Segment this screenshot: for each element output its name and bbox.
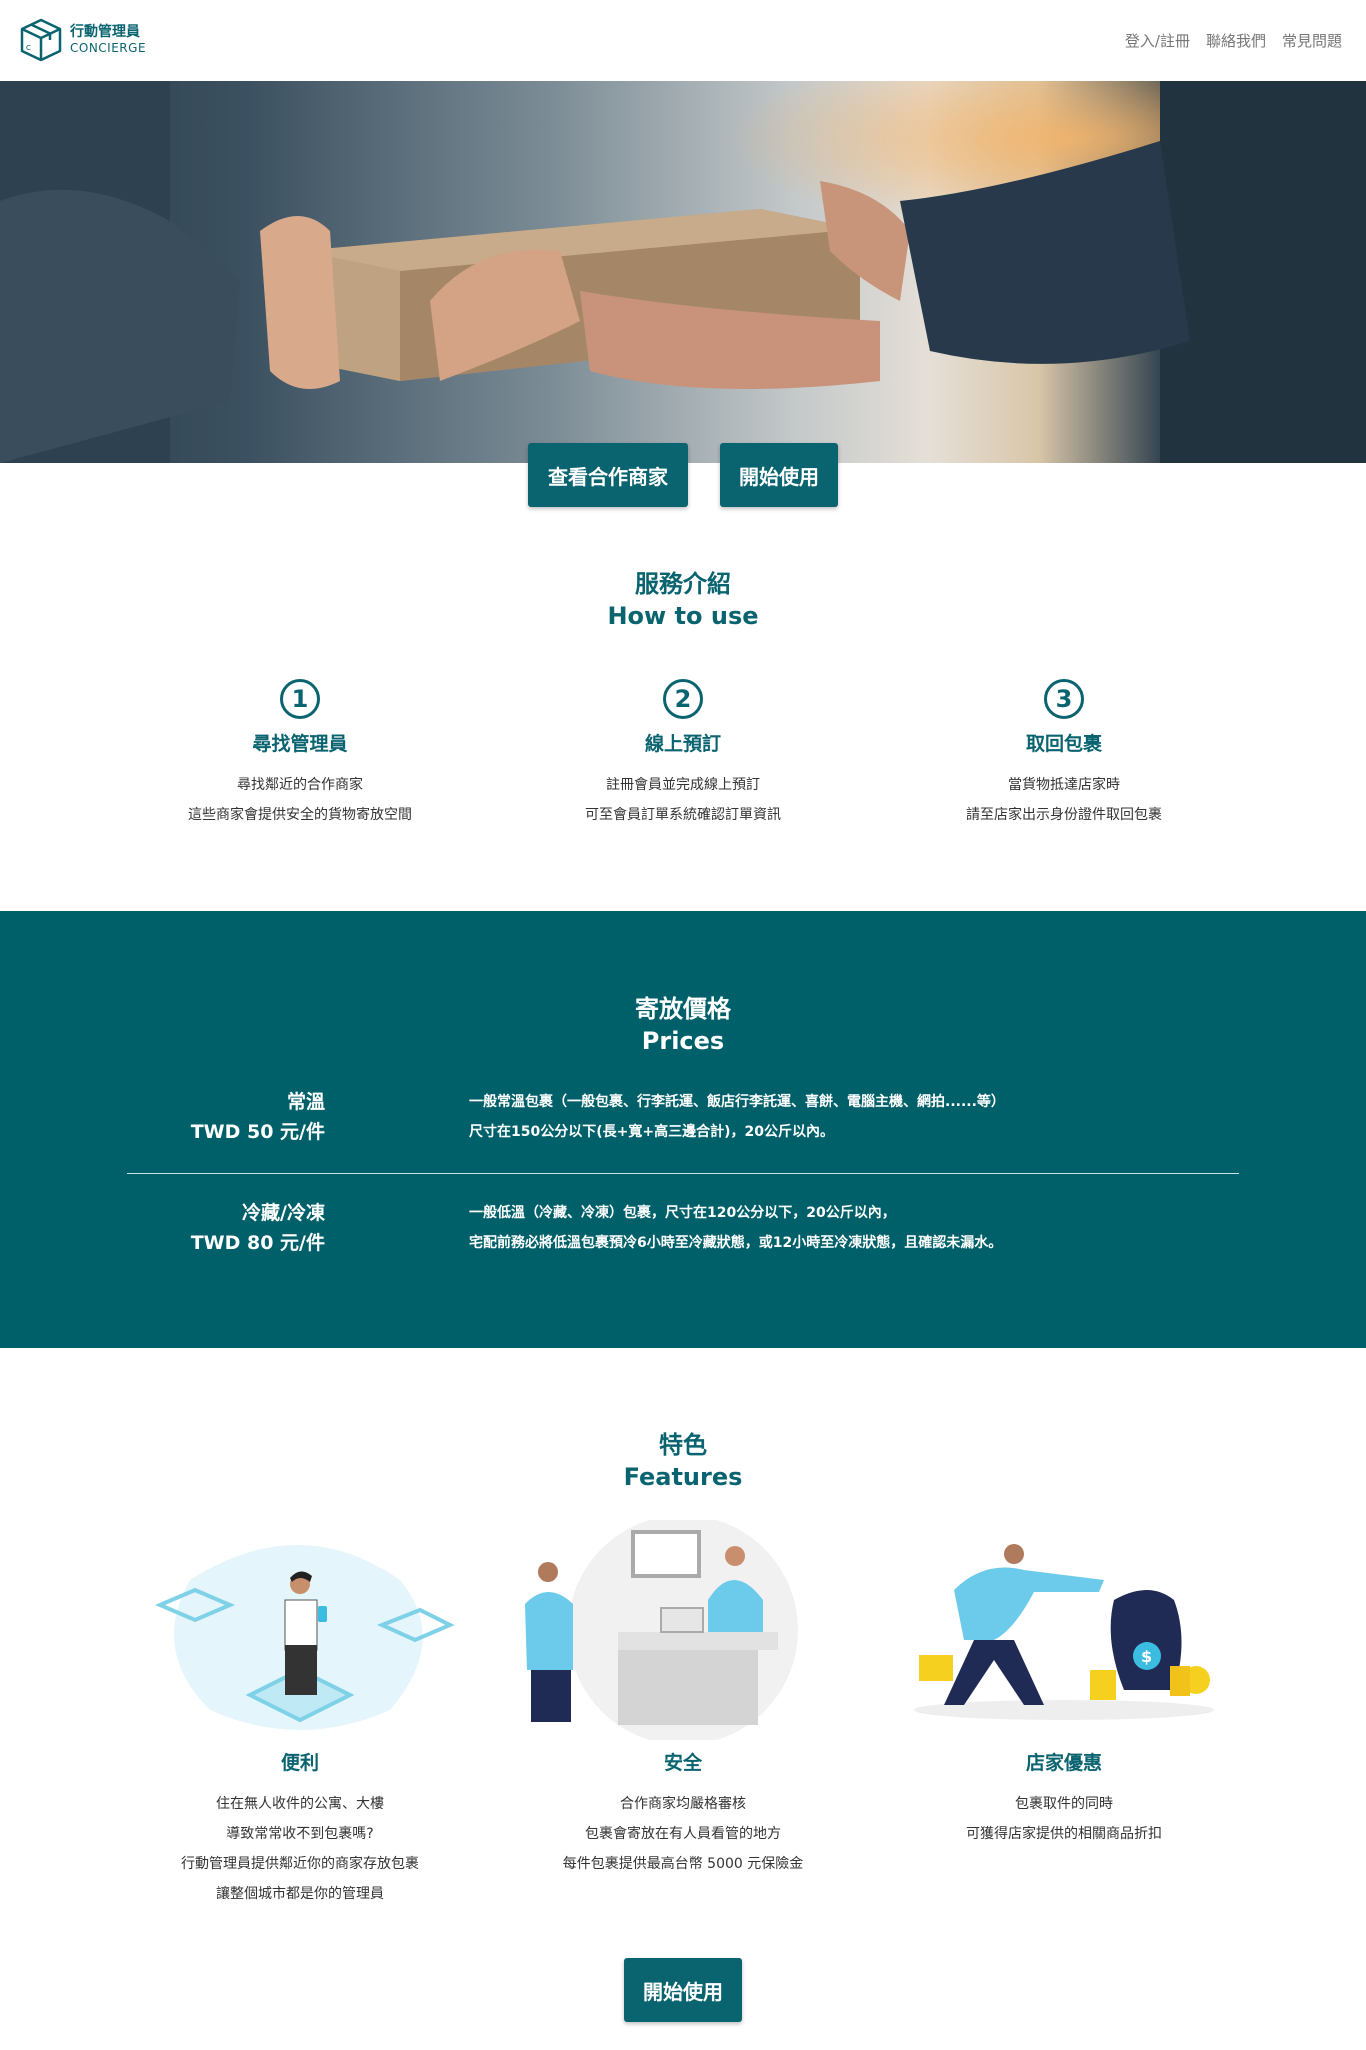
step-desc-line: 請至店家出示身份證件取回包裹 [966, 807, 1162, 823]
feature-desc: 合作商家均嚴格審核 包裹會寄放在有人員看管的地方 每件包裹提供最高台幣 5000… [503, 1789, 863, 1879]
step-desc: 註冊會員並完成線上預訂 可至會員訂單系統確認訂單資訊 [503, 770, 863, 830]
feature-desc-line: 每件包裹提供最高台幣 5000 元保險金 [562, 1856, 804, 1872]
feature-title: 便利 [280, 1752, 319, 1774]
money-bag-illustration: $ [884, 1520, 1244, 1740]
step-2: 2 線上預訂 註冊會員並完成線上預訂 可至會員訂單系統確認訂單資訊 [503, 679, 863, 830]
svg-text:C: C [26, 44, 31, 52]
counter-service-illustration [503, 1515, 863, 1745]
how-title: 服務介紹 How to use [0, 568, 1366, 632]
feature-desc-line: 包裹會寄放在有人員看管的地方 [585, 1826, 781, 1842]
price-type: 常溫 [286, 1091, 325, 1113]
step-number: 3 [1044, 679, 1084, 719]
prices-title-en: Prices [641, 1027, 725, 1055]
feature-desc-line: 行動管理員提供鄰近你的商家存放包裹 [181, 1856, 419, 1872]
step-1: 1 尋找管理員 尋找鄰近的合作商家 這些商家會提供安全的貨物寄放空間 [120, 679, 480, 830]
features-title-zh: 特色 [659, 1431, 707, 1459]
price-desc: 一般常溫包裹（一般包裹、行李託運、飯店行李託運、喜餅、電腦主機、網拍......… [469, 1087, 1005, 1147]
logo-text: 行動管理員 CONCIERGE [70, 24, 146, 55]
price-desc: 一般低溫（冷藏、冷凍）包裹，尺寸在120公分以下，20公斤以內， 宅配前務必將低… [469, 1198, 1002, 1258]
package-handover-illustration [0, 81, 1366, 463]
feature-security: 安全 合作商家均嚴格審核 包裹會寄放在有人員看管的地方 每件包裹提供最高台幣 5… [503, 1515, 863, 1879]
feature-desc-line: 合作商家均嚴格審核 [620, 1796, 746, 1812]
feature-desc: 住在無人收件的公寓、大樓 導致常常收不到包裹嗎? 行動管理員提供鄰近你的商家存放… [120, 1789, 480, 1909]
price-desc-line: 尺寸在150公分以下(長+寬+高三邊合計)，20公斤以內。 [469, 1124, 834, 1140]
top-nav: 登入/註冊 聯絡我們 常見問題 [1125, 30, 1342, 51]
hero-cta-group: 查看合作商家 開始使用 [0, 443, 1366, 507]
logo-en: CONCIERGE [70, 41, 147, 56]
prices-title-zh: 寄放價格 [635, 995, 731, 1023]
step-3: 3 取回包裹 當貨物抵達店家時 請至店家出示身份證件取回包裹 [884, 679, 1244, 830]
feature-desc-line: 可獲得店家提供的相關商品折扣 [966, 1826, 1162, 1842]
prices-title: 寄放價格 Prices [0, 993, 1366, 1057]
view-partners-button[interactable]: 查看合作商家 [528, 443, 688, 507]
feature-convenience: 便利 住在無人收件的公寓、大樓 導致常常收不到包裹嗎? 行動管理員提供鄰近你的商… [120, 1520, 480, 1909]
nav-contact[interactable]: 聯絡我們 [1206, 30, 1266, 51]
logo[interactable]: C 行動管理員 CONCIERGE [18, 16, 146, 64]
prices-section: 寄放價格 Prices 常溫 TWD 50 元/件 一般常溫包裹（一般包裹、行李… [0, 911, 1366, 1348]
step-desc-line: 可至會員訂單系統確認訂單資訊 [585, 807, 781, 823]
site-header: C 行動管理員 CONCIERGE 登入/註冊 聯絡我們 常見問題 [0, 0, 1366, 81]
box-logo-icon: C [20, 18, 62, 62]
start-button-bottom[interactable]: 開始使用 [624, 1958, 742, 2022]
step-desc-line: 註冊會員並完成線上預訂 [606, 777, 760, 793]
step-desc-line: 當貨物抵達店家時 [1008, 777, 1120, 793]
nav-faq[interactable]: 常見問題 [1282, 30, 1342, 51]
price-desc-line: 宅配前務必將低溫包裹預冷6小時至冷藏狀態，或12小時至冷凍狀態，且確認未漏水。 [469, 1235, 1003, 1251]
hero-image [0, 81, 1366, 463]
logo-zh: 行動管理員 [70, 24, 140, 41]
person-with-phone-illustration [120, 1520, 480, 1740]
step-desc-line: 尋找鄰近的合作商家 [237, 777, 363, 793]
features-title-en: Features [623, 1463, 743, 1491]
how-title-en: How to use [607, 602, 759, 630]
start-button[interactable]: 開始使用 [720, 443, 838, 507]
nav-login-register[interactable]: 登入/註冊 [1125, 30, 1190, 51]
feature-title: 店家優惠 [1025, 1752, 1102, 1774]
how-title-zh: 服務介紹 [635, 570, 731, 598]
feature-desc-line: 讓整個城市都是你的管理員 [216, 1886, 384, 1902]
price-amount: TWD 80 元/件 [190, 1232, 325, 1254]
bottom-cta-group: 開始使用 [0, 1958, 1366, 2022]
feature-desc: 包裹取件的同時 可獲得店家提供的相關商品折扣 [884, 1789, 1244, 1849]
features-title: 特色 Features [0, 1429, 1366, 1493]
feature-title: 安全 [663, 1752, 702, 1774]
svg-text:$: $ [1141, 1647, 1152, 1666]
price-amount: TWD 50 元/件 [190, 1121, 325, 1143]
price-label: 冷藏/冷凍 TWD 80 元/件 [127, 1198, 325, 1258]
step-title: 線上預訂 [644, 733, 721, 755]
feature-desc-line: 住在無人收件的公寓、大樓 [216, 1796, 384, 1812]
feature-discount: $ 店家優惠 包裹取件的同時 可獲得店家提供的相關商品折扣 [884, 1520, 1244, 1849]
step-number: 1 [280, 679, 320, 719]
feature-desc-line: 包裹取件的同時 [1015, 1796, 1113, 1812]
price-label: 常溫 TWD 50 元/件 [127, 1087, 325, 1147]
price-divider [127, 1173, 1239, 1174]
price-desc-line: 一般低溫（冷藏、冷凍）包裹，尺寸在120公分以下，20公斤以內， [469, 1205, 896, 1221]
step-title: 尋找管理員 [252, 733, 348, 755]
step-title: 取回包裹 [1025, 733, 1102, 755]
step-desc: 尋找鄰近的合作商家 這些商家會提供安全的貨物寄放空間 [120, 770, 480, 830]
price-desc-line: 一般常溫包裹（一般包裹、行李託運、飯店行李託運、喜餅、電腦主機、網拍......… [469, 1094, 1005, 1110]
step-desc: 當貨物抵達店家時 請至店家出示身份證件取回包裹 [884, 770, 1244, 830]
step-number: 2 [663, 679, 703, 719]
price-type: 冷藏/冷凍 [242, 1202, 325, 1224]
feature-desc-line: 導致常常收不到包裹嗎? [226, 1826, 374, 1842]
step-desc-line: 這些商家會提供安全的貨物寄放空間 [188, 807, 412, 823]
